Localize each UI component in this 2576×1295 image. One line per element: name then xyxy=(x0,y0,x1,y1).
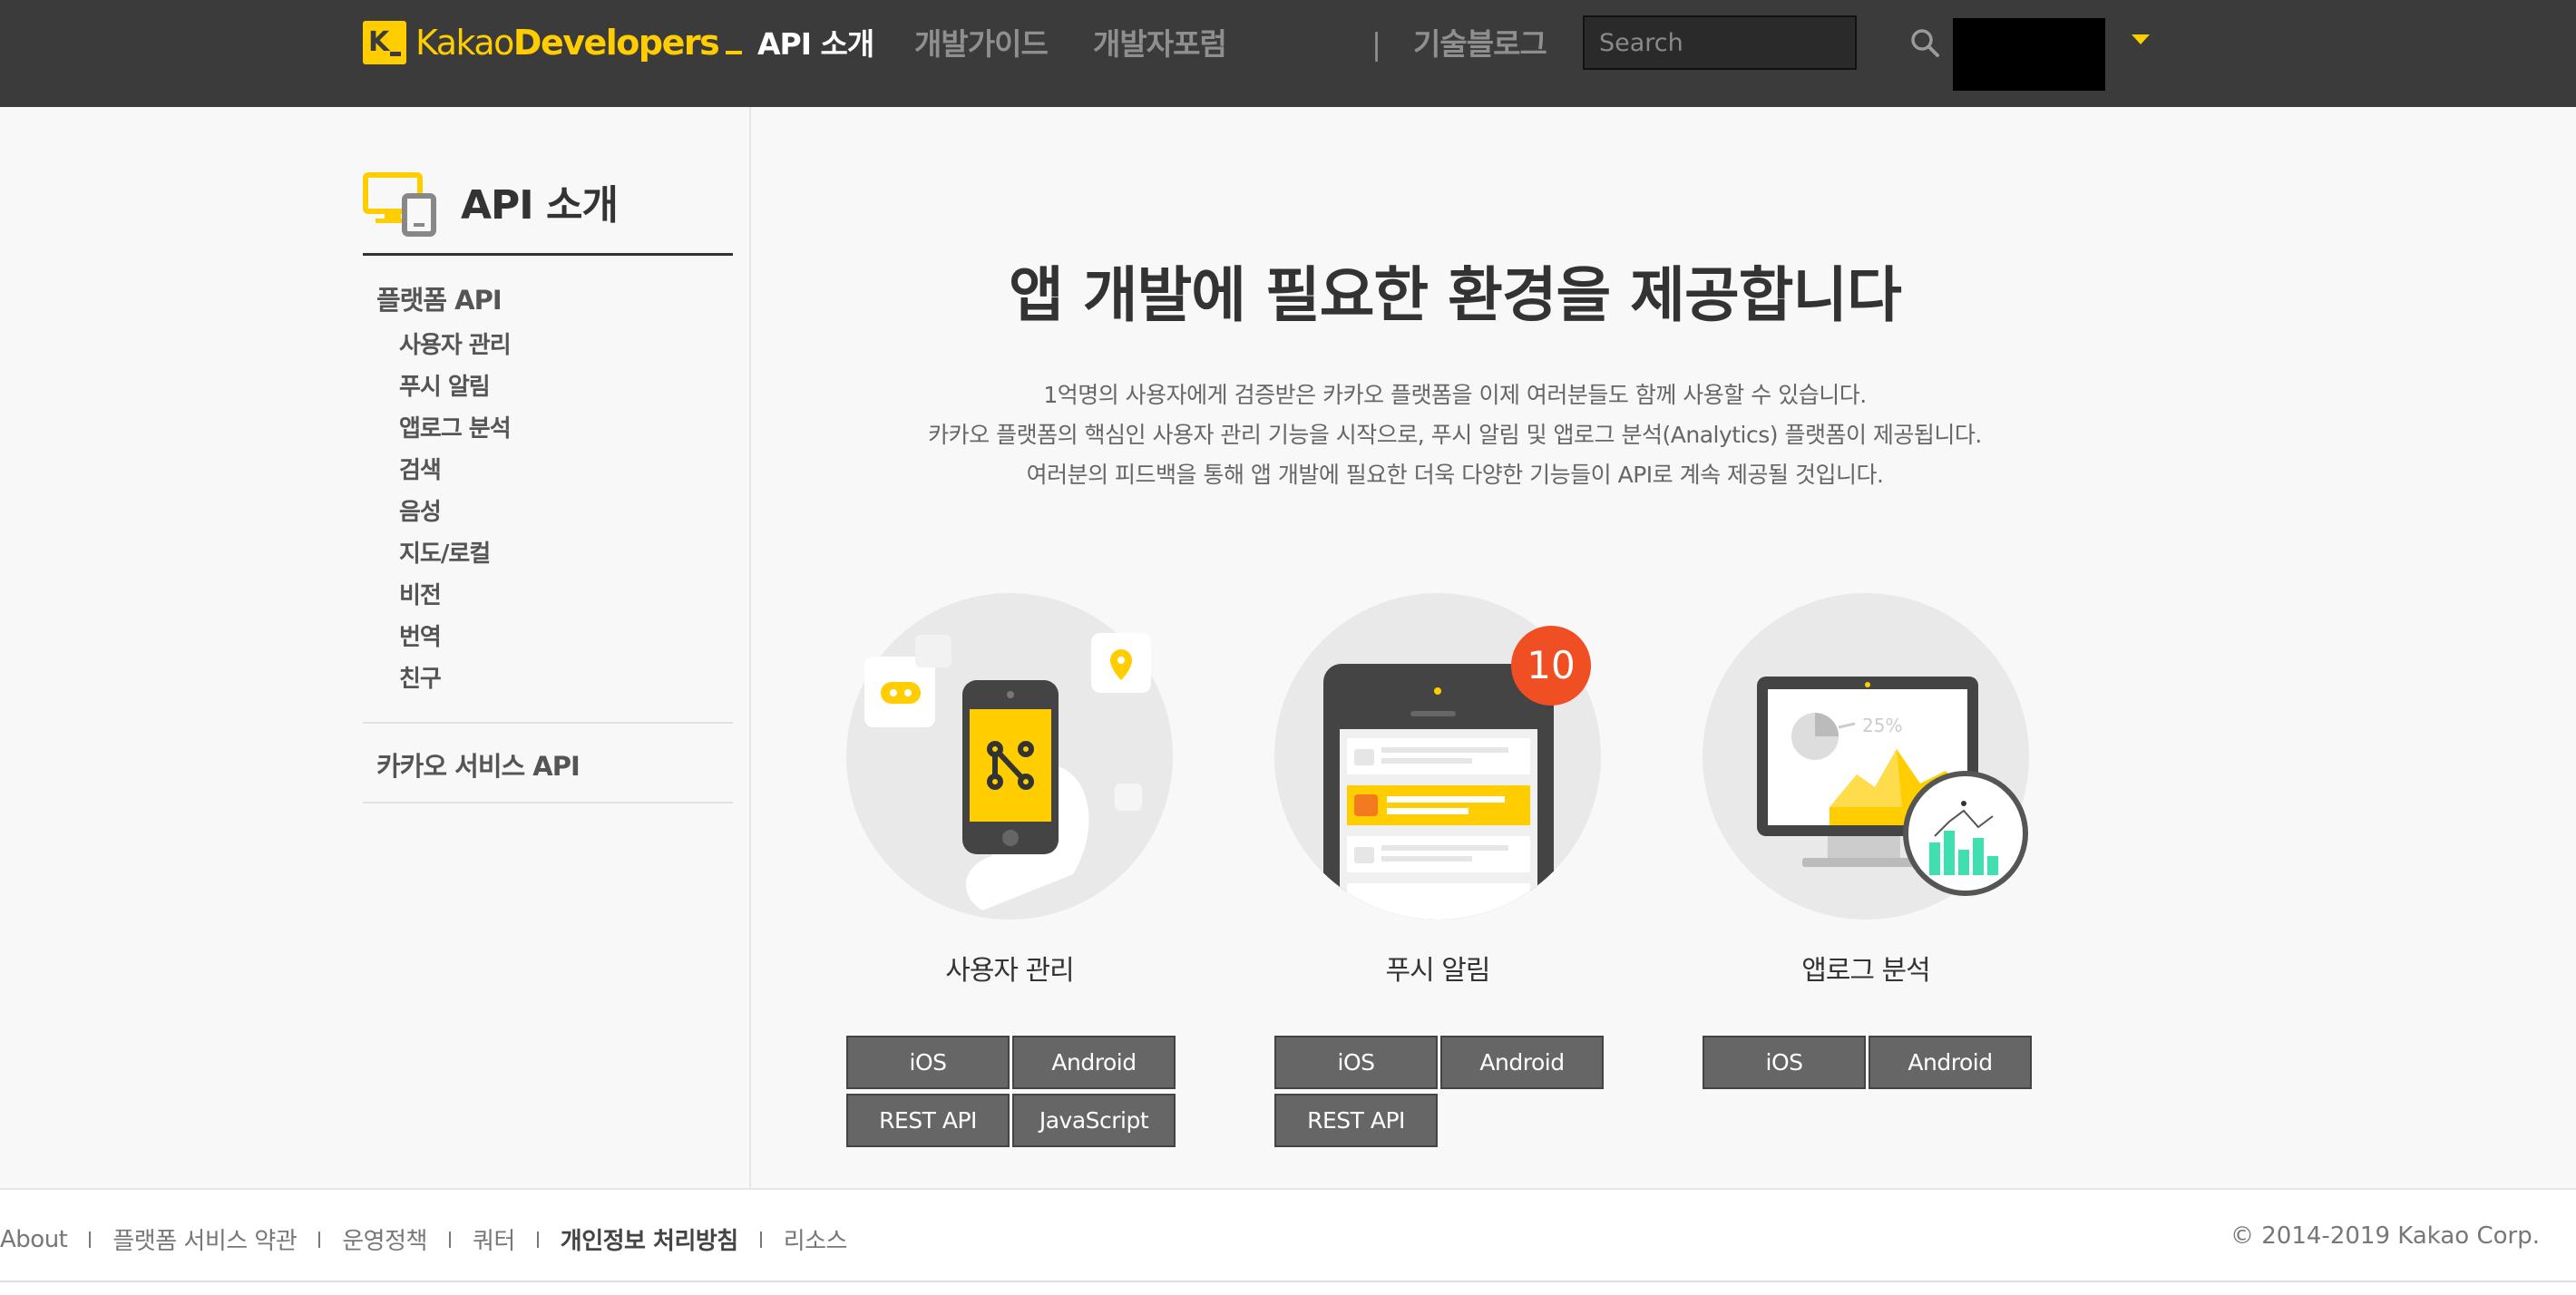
footer-link-operation-policy[interactable]: 운영정책 xyxy=(342,1222,427,1256)
footer-link-privacy-policy[interactable]: 개인정보 처리방침 xyxy=(561,1222,738,1256)
applog-ios-button[interactable]: iOS xyxy=(1703,1036,1866,1089)
search-icon[interactable] xyxy=(1909,17,1940,68)
logo-underscore xyxy=(726,51,743,54)
footer-separator xyxy=(759,1231,762,1248)
footer-link-about[interactable]: About xyxy=(0,1226,68,1253)
sidebar-item-vision[interactable]: 비전 xyxy=(399,577,442,610)
sidebar-group-platform-api[interactable]: 플랫폼 API xyxy=(376,279,503,317)
sidebar-group-kakao-service-api[interactable]: 카카오 서비스 API xyxy=(376,745,581,784)
user-management-illustration-icon xyxy=(846,593,1173,920)
footer-link-resources[interactable]: 리소스 xyxy=(784,1222,848,1256)
user-profile-avatar[interactable] xyxy=(1953,18,2105,91)
analytics-illustration-icon: 25% xyxy=(1703,593,2029,920)
user-management-javascript-button[interactable]: JavaScript xyxy=(1012,1094,1176,1147)
user-management-ios-button[interactable]: iOS xyxy=(846,1036,1010,1089)
footer-link-platform-terms[interactable]: 플랫폼 서비스 약관 xyxy=(112,1222,297,1256)
sidebar-divider-line xyxy=(363,802,733,803)
profile-dropdown-arrow-icon[interactable] xyxy=(2132,34,2150,44)
sidebar-item-search[interactable]: 검색 xyxy=(399,452,442,485)
push-ios-button[interactable]: iOS xyxy=(1274,1036,1438,1089)
copyright: © 2014-2019 Kakao Corp. xyxy=(2230,1222,2540,1250)
nav-dev-forum[interactable]: 개발자포럼 xyxy=(1093,22,1227,67)
footer-separator xyxy=(536,1231,539,1248)
sidebar-item-push[interactable]: 푸시 알림 xyxy=(399,368,491,402)
description-line-3: 여러분의 피드백을 통해 앱 개발에 필요한 더욱 다양한 기능들이 API로 … xyxy=(1026,462,1884,488)
footer-separator xyxy=(448,1231,451,1248)
search-input[interactable] xyxy=(1585,17,1909,68)
nav-dev-guide[interactable]: 개발가이드 xyxy=(914,22,1049,67)
footer-link-quota[interactable]: 쿼터 xyxy=(473,1222,515,1256)
user-management-android-button[interactable]: Android xyxy=(1012,1036,1176,1089)
footer: About 플랫폼 서비스 약관 운영정책 쿼터 개인정보 처리방침 리소스 ©… xyxy=(0,1188,2576,1295)
top-header: K Kakao Developers API 소개 개발가이드 개발자포럼 | 기… xyxy=(0,0,2576,107)
sidebar-title: API 소개 xyxy=(461,182,619,229)
devices-icon xyxy=(363,172,439,241)
push-android-button[interactable]: Android xyxy=(1440,1036,1604,1089)
nav-separator: | xyxy=(1371,26,1381,62)
footer-links: About 플랫폼 서비스 약관 운영정책 쿼터 개인정보 처리방침 리소스 xyxy=(0,1222,847,1256)
kakao-developers-logo[interactable]: K Kakao Developers xyxy=(363,20,743,65)
description-line-2: 카카오 플랫폼의 핵심인 사용자 관리 기능을 시작으로, 푸시 알림 및 앱로… xyxy=(928,422,1982,448)
user-management-rest-api-button[interactable]: REST API xyxy=(846,1094,1010,1147)
search-box xyxy=(1583,15,1939,70)
sidebar-item-applog[interactable]: 앱로그 분석 xyxy=(399,410,512,443)
sidebar-item-map-local[interactable]: 지도/로컬 xyxy=(399,535,491,569)
footer-separator xyxy=(89,1231,92,1248)
sidebar-divider-line xyxy=(363,722,733,724)
sidebar-item-user-management[interactable]: 사용자 관리 xyxy=(399,326,512,360)
logo-developers-text: Developers xyxy=(512,23,720,63)
sidebar-item-translation[interactable]: 번역 xyxy=(399,618,442,652)
feature-label-applog: 앱로그 분석 xyxy=(1801,955,1931,987)
kakao-k-logo-icon: K xyxy=(363,21,406,64)
sidebar-header: API 소개 xyxy=(363,163,733,256)
feature-label-push: 푸시 알림 xyxy=(1385,955,1491,987)
push-rest-api-button[interactable]: REST API xyxy=(1274,1094,1438,1147)
nav-tech-blog[interactable]: 기술블로그 xyxy=(1413,22,1547,67)
analytics-chart-percent: 25% xyxy=(1862,715,1903,736)
sidebar-item-speech[interactable]: 음성 xyxy=(399,493,442,527)
footer-bottom-line xyxy=(0,1280,2576,1282)
logo-kakao-text: Kakao xyxy=(415,23,514,63)
sidebar-item-friends[interactable]: 친구 xyxy=(399,660,442,694)
nav-api-intro[interactable]: API 소개 xyxy=(757,22,874,67)
push-notification-illustration-icon: 10 xyxy=(1274,593,1601,920)
feature-label-user-management: 사용자 관리 xyxy=(945,955,1075,987)
page-title: 앱 개발에 필요한 환경을 제공합니다 xyxy=(1009,260,1902,330)
description-line-1: 1억명의 사용자에게 검증받은 카카오 플랫폼을 이제 여러분들도 함께 사용할… xyxy=(1043,382,1867,408)
applog-android-button[interactable]: Android xyxy=(1869,1036,2032,1089)
logo-text: Kakao Developers xyxy=(415,23,743,63)
notification-count-badge: 10 xyxy=(1527,643,1576,687)
footer-separator xyxy=(318,1231,321,1248)
